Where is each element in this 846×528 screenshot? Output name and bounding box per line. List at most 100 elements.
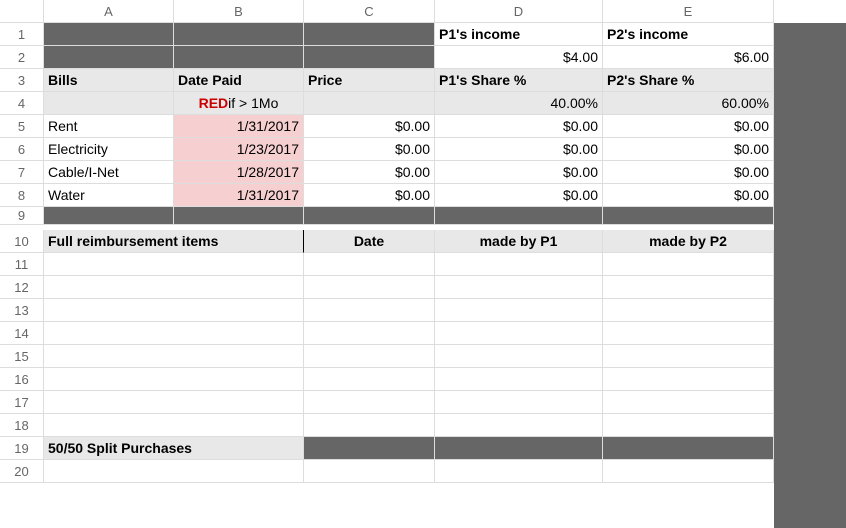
cell-A1[interactable] — [44, 23, 174, 46]
col-header-E[interactable]: E — [603, 0, 774, 23]
row-header-14[interactable]: 14 — [0, 322, 44, 345]
cell-D15[interactable] — [435, 345, 603, 368]
cell-B6-bill-date[interactable]: 1/23/2017 — [174, 138, 304, 161]
row-header-11[interactable]: 11 — [0, 253, 44, 276]
cell-B7-bill-date[interactable]: 1/28/2017 — [174, 161, 304, 184]
row-header-16[interactable]: 16 — [0, 368, 44, 391]
row-header-13[interactable]: 13 — [0, 299, 44, 322]
row-header-15[interactable]: 15 — [0, 345, 44, 368]
cell-C9[interactable] — [304, 207, 435, 225]
row-header-10[interactable]: 10 — [0, 230, 44, 253]
cell-C19[interactable] — [304, 437, 435, 460]
row-header-1[interactable]: 1 — [0, 23, 44, 46]
cell-D8-bill-p1[interactable]: $0.00 — [435, 184, 603, 207]
cell-D19[interactable] — [435, 437, 603, 460]
cell-E2-p2-income-value[interactable]: $6.00 — [603, 46, 774, 69]
col-header-C[interactable]: C — [304, 0, 435, 23]
row-header-19[interactable]: 19 — [0, 437, 44, 460]
row-header-17[interactable]: 17 — [0, 391, 44, 414]
cell-E11[interactable] — [603, 253, 774, 276]
cell-C18[interactable] — [304, 414, 435, 437]
col-header-D[interactable]: D — [435, 0, 603, 23]
cell-D5-bill-p1[interactable]: $0.00 — [435, 115, 603, 138]
cell-AB14[interactable] — [44, 322, 304, 345]
cell-A2[interactable] — [44, 46, 174, 69]
cell-C5-bill-price[interactable]: $0.00 — [304, 115, 435, 138]
cell-B1[interactable] — [174, 23, 304, 46]
cell-AB13[interactable] — [44, 299, 304, 322]
corner-cell[interactable] — [0, 0, 44, 23]
row-header-5[interactable]: 5 — [0, 115, 44, 138]
row-header-9[interactable]: 9 — [0, 207, 44, 225]
cell-C6-bill-price[interactable]: $0.00 — [304, 138, 435, 161]
cell-E6-bill-p2[interactable]: $0.00 — [603, 138, 774, 161]
cell-B4-red-note[interactable]: RED if > 1Mo — [174, 92, 304, 115]
cell-C16[interactable] — [304, 368, 435, 391]
row-header-7[interactable]: 7 — [0, 161, 44, 184]
col-header-B[interactable]: B — [174, 0, 304, 23]
row-header-3[interactable]: 3 — [0, 69, 44, 92]
cell-C7-bill-price[interactable]: $0.00 — [304, 161, 435, 184]
cell-E1-p2-income-label[interactable]: P2's income — [603, 23, 774, 46]
row-header-2[interactable]: 2 — [0, 46, 44, 69]
cell-D17[interactable] — [435, 391, 603, 414]
cell-B5-bill-date[interactable]: 1/31/2017 — [174, 115, 304, 138]
cell-D20[interactable] — [435, 460, 603, 483]
cell-A7-bill-name[interactable]: Cable/I-Net — [44, 161, 174, 184]
cell-E10-made-by-p2[interactable]: made by P2 — [603, 230, 774, 253]
cell-E3-p2-share-header[interactable]: P2's Share % — [603, 69, 774, 92]
cell-D7-bill-p1[interactable]: $0.00 — [435, 161, 603, 184]
cell-C10-date-header[interactable]: Date — [304, 230, 435, 253]
cell-E17[interactable] — [603, 391, 774, 414]
cell-E15[interactable] — [603, 345, 774, 368]
row-header-6[interactable]: 6 — [0, 138, 44, 161]
cell-C4[interactable] — [304, 92, 435, 115]
cell-AB11[interactable] — [44, 253, 304, 276]
cell-D18[interactable] — [435, 414, 603, 437]
cell-C12[interactable] — [304, 276, 435, 299]
cell-AB18[interactable] — [44, 414, 304, 437]
cell-AB15[interactable] — [44, 345, 304, 368]
row-header-12[interactable]: 12 — [0, 276, 44, 299]
cell-D16[interactable] — [435, 368, 603, 391]
cell-E20[interactable] — [603, 460, 774, 483]
cell-AB10-reimb-title[interactable]: Full reimbursement items — [44, 230, 304, 253]
cell-E19[interactable] — [603, 437, 774, 460]
cell-E12[interactable] — [603, 276, 774, 299]
cell-E5-bill-p2[interactable]: $0.00 — [603, 115, 774, 138]
cell-E4-p2-share-pct[interactable]: 60.00% — [603, 92, 774, 115]
cell-A5-bill-name[interactable]: Rent — [44, 115, 174, 138]
cell-D13[interactable] — [435, 299, 603, 322]
cell-B8-bill-date[interactable]: 1/31/2017 — [174, 184, 304, 207]
cell-B2[interactable] — [174, 46, 304, 69]
cell-C20[interactable] — [304, 460, 435, 483]
cell-A3-bills-header[interactable]: Bills — [44, 69, 174, 92]
cell-C17[interactable] — [304, 391, 435, 414]
cell-C13[interactable] — [304, 299, 435, 322]
row-header-4[interactable]: 4 — [0, 92, 44, 115]
cell-C1[interactable] — [304, 23, 435, 46]
cell-D1-p1-income-label[interactable]: P1's income — [435, 23, 603, 46]
cell-A4[interactable] — [44, 92, 174, 115]
cell-E16[interactable] — [603, 368, 774, 391]
cell-AB12[interactable] — [44, 276, 304, 299]
cell-E7-bill-p2[interactable]: $0.00 — [603, 161, 774, 184]
cell-D2-p1-income-value[interactable]: $4.00 — [435, 46, 603, 69]
cell-E8-bill-p2[interactable]: $0.00 — [603, 184, 774, 207]
cell-D4-p1-share-pct[interactable]: 40.00% — [435, 92, 603, 115]
cell-AB16[interactable] — [44, 368, 304, 391]
cell-A8-bill-name[interactable]: Water — [44, 184, 174, 207]
cell-AB19-split-title[interactable]: 50/50 Split Purchases — [44, 437, 304, 460]
cell-C3-price-header[interactable]: Price — [304, 69, 435, 92]
row-header-18[interactable]: 18 — [0, 414, 44, 437]
cell-D14[interactable] — [435, 322, 603, 345]
cell-E9[interactable] — [603, 207, 774, 225]
cell-C14[interactable] — [304, 322, 435, 345]
cell-A6-bill-name[interactable]: Electricity — [44, 138, 174, 161]
cell-C15[interactable] — [304, 345, 435, 368]
cell-C2[interactable] — [304, 46, 435, 69]
cell-D6-bill-p1[interactable]: $0.00 — [435, 138, 603, 161]
cell-D3-p1-share-header[interactable]: P1's Share % — [435, 69, 603, 92]
cell-E14[interactable] — [603, 322, 774, 345]
cell-D9[interactable] — [435, 207, 603, 225]
